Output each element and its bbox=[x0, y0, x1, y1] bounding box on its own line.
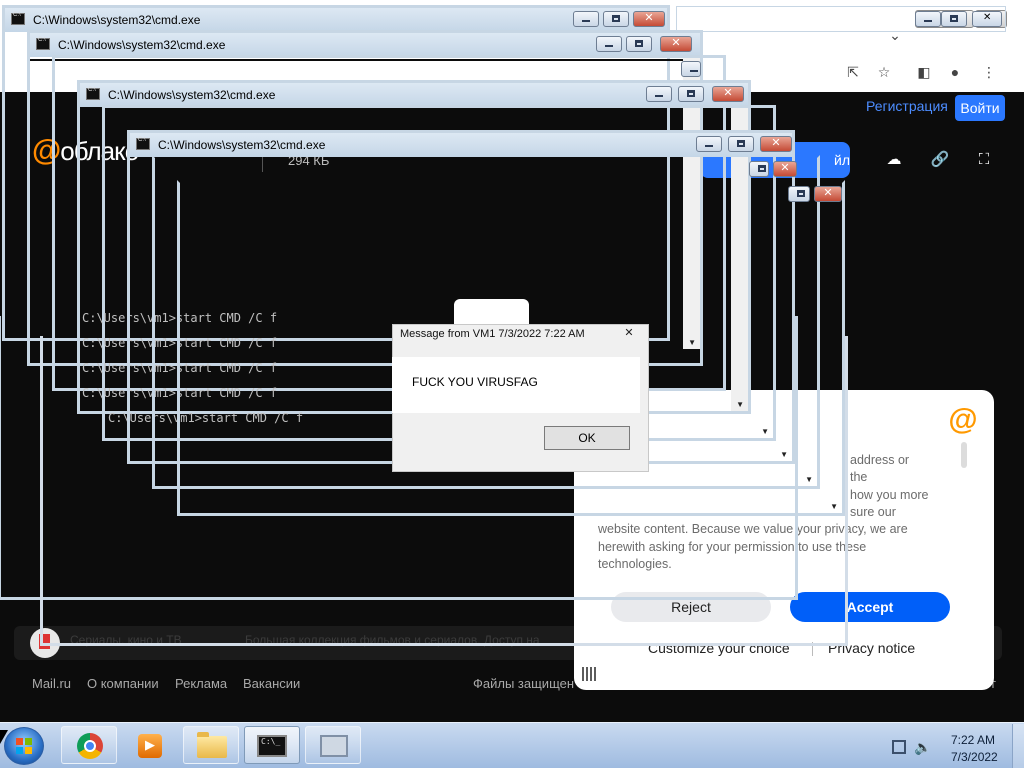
register-link[interactable]: Регистрация bbox=[866, 98, 948, 114]
cmd-titlebar[interactable]: C:\Windows\system32\cmd.exe bbox=[130, 133, 792, 157]
cmd-titlebar[interactable] bbox=[105, 108, 773, 132]
network-icon[interactable] bbox=[892, 740, 906, 754]
close-icon: ✕ bbox=[983, 12, 992, 23]
message-box-ok-button[interactable]: OK bbox=[544, 426, 630, 450]
close-button[interactable] bbox=[633, 11, 665, 27]
link-icon[interactable]: 🔗 bbox=[930, 150, 950, 170]
close-button[interactable] bbox=[760, 136, 792, 152]
folder-icon bbox=[197, 732, 227, 758]
mail-at-icon: @ bbox=[948, 403, 978, 436]
cookie-text-line: sure our bbox=[850, 505, 896, 519]
media-player-icon bbox=[138, 734, 162, 758]
footer-protected-files: Файлы защищен bbox=[473, 676, 575, 691]
close-button[interactable] bbox=[814, 186, 842, 202]
footer-link-about[interactable]: О компании bbox=[87, 676, 159, 691]
mouse-cursor-icon bbox=[0, 730, 8, 744]
cmd-titlebar[interactable] bbox=[155, 158, 817, 182]
cmd-titlebar[interactable] bbox=[180, 183, 842, 207]
clock-date[interactable]: 7/3/2022 bbox=[951, 750, 998, 764]
cmd-titlebar[interactable]: C:\Windows\system32\cmd.exe bbox=[30, 33, 700, 57]
volume-icon[interactable]: 🔈 bbox=[914, 739, 931, 756]
close-button[interactable] bbox=[660, 36, 692, 52]
fullscreen-icon[interactable]: ⛶ bbox=[974, 150, 994, 170]
cmd-app-icon bbox=[136, 137, 150, 150]
cmd-titlebar[interactable] bbox=[55, 58, 723, 82]
cookie-text-line: address or bbox=[850, 453, 910, 467]
cmd-titlebar[interactable]: C:\Windows\system32\cmd.exe bbox=[5, 8, 667, 32]
message-box-close-icon[interactable]: ✕ bbox=[620, 326, 638, 342]
side-panel-icon[interactable]: ◧ bbox=[915, 63, 933, 81]
minimize-button[interactable] bbox=[696, 136, 722, 152]
maximize-button[interactable] bbox=[728, 136, 754, 152]
minimize-button[interactable] bbox=[646, 86, 672, 102]
profile-icon[interactable]: ● bbox=[946, 63, 964, 81]
maximize-button[interactable] bbox=[788, 186, 810, 202]
cmd-app-icon bbox=[86, 87, 100, 100]
cloud-save-icon[interactable]: ☁ bbox=[884, 150, 904, 170]
minimize-button[interactable] bbox=[573, 11, 599, 27]
taskbar-cmd[interactable] bbox=[244, 726, 300, 764]
close-button[interactable]: ✕ bbox=[972, 11, 1002, 27]
maximize-button[interactable] bbox=[678, 86, 704, 102]
share-icon[interactable]: ⇱ bbox=[844, 63, 862, 81]
cmd-app-icon bbox=[36, 37, 50, 50]
bookmark-star-icon[interactable]: ☆ bbox=[875, 63, 893, 81]
dialog-window-icon bbox=[320, 735, 348, 757]
minimize-button[interactable] bbox=[915, 11, 941, 27]
maximize-button[interactable] bbox=[626, 36, 652, 52]
cmd-window-title: C:\Windows\system32\cmd.exe bbox=[33, 13, 201, 27]
cookie-scrollbar[interactable] bbox=[961, 442, 967, 468]
minimize-button[interactable] bbox=[681, 61, 701, 77]
close-button[interactable] bbox=[712, 86, 744, 102]
footer-link-mailru[interactable]: Mail.ru bbox=[32, 676, 71, 691]
cmd-window-title: C:\Windows\system32\cmd.exe bbox=[58, 38, 226, 52]
taskbar-chrome[interactable] bbox=[61, 726, 117, 764]
start-button[interactable] bbox=[4, 727, 44, 765]
cmd-icon bbox=[257, 735, 287, 757]
show-desktop-button[interactable] bbox=[1012, 724, 1024, 768]
qr-code-icon bbox=[582, 667, 596, 681]
maximize-button[interactable] bbox=[941, 11, 967, 27]
cmd-titlebar[interactable]: C:\Windows\system32\cmd.exe bbox=[80, 83, 748, 107]
message-box-title: Message from VM1 7/3/2022 7:22 AM bbox=[400, 328, 585, 340]
taskbar-message-dialog[interactable] bbox=[305, 726, 361, 764]
download-label: йл bbox=[834, 152, 850, 168]
browser-menu-icon[interactable]: ⋮ bbox=[980, 63, 998, 81]
maximize-button[interactable] bbox=[603, 11, 629, 27]
cmd-window-title: C:\Windows\system32\cmd.exe bbox=[158, 138, 326, 152]
cmd-window-title: C:\Windows\system32\cmd.exe bbox=[108, 88, 276, 102]
message-box-text: FUCK YOU VIRUSFAG bbox=[412, 375, 538, 389]
cookie-text-line: the bbox=[850, 470, 868, 484]
close-button[interactable] bbox=[773, 161, 797, 177]
background-tab-shape bbox=[454, 299, 529, 325]
login-button[interactable]: Войти bbox=[955, 95, 1005, 121]
clock-time[interactable]: 7:22 AM bbox=[951, 733, 995, 747]
chrome-icon bbox=[77, 733, 103, 759]
taskbar-explorer[interactable] bbox=[183, 726, 239, 764]
footer-link-ads[interactable]: Реклама bbox=[175, 676, 227, 691]
maximize-button[interactable] bbox=[749, 161, 769, 177]
cookie-text-line: how you more bbox=[850, 488, 929, 502]
minimize-button[interactable] bbox=[596, 36, 622, 52]
taskbar-media-player[interactable] bbox=[122, 726, 178, 764]
cmd-window[interactable]: ✕ bbox=[676, 6, 1006, 32]
cmd-app-icon bbox=[11, 12, 25, 25]
footer-link-jobs[interactable]: Вакансии bbox=[243, 676, 300, 691]
